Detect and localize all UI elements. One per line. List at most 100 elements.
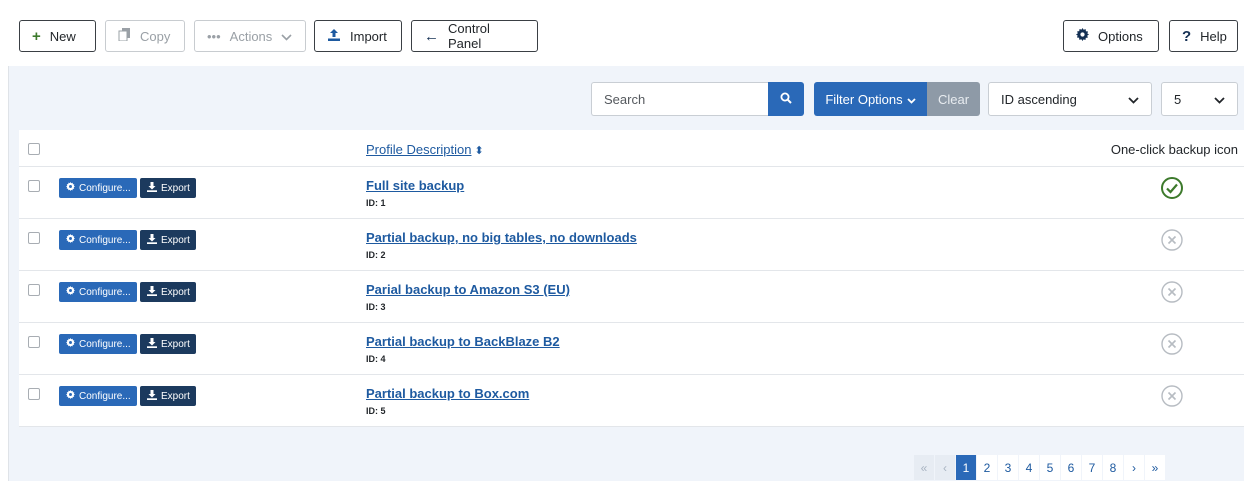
ordering-select[interactable]: ID ascending (988, 82, 1152, 116)
sort-description-link[interactable]: Profile Description ⬍ (366, 142, 484, 157)
configure-button-label: Configure... (79, 182, 131, 194)
options-button[interactable]: Options (1063, 20, 1159, 52)
export-button[interactable]: Export (140, 386, 196, 406)
new-button[interactable]: + New (19, 20, 96, 52)
question-icon: ? (1182, 27, 1192, 45)
options-button-label: Options (1098, 28, 1143, 44)
export-button-label: Export (161, 182, 190, 194)
page-button[interactable]: 1 (956, 455, 976, 480)
page-button[interactable]: 4 (1019, 455, 1039, 480)
configure-button[interactable]: Configure... (59, 386, 137, 406)
page-button[interactable]: 8 (1103, 455, 1123, 480)
export-button[interactable]: Export (140, 178, 196, 198)
pagination: «‹ 1 2 3 4 5 6 7 8 ›» (914, 455, 1166, 480)
gear-icon (66, 234, 75, 246)
control-panel-label: Control Panel (448, 21, 490, 51)
download-icon (147, 233, 157, 247)
x-circle-icon[interactable] (1160, 384, 1184, 408)
next-page-button[interactable]: › (1124, 455, 1144, 480)
help-button-label: Help (1200, 28, 1227, 44)
download-icon (147, 389, 157, 403)
export-button-label: Export (161, 286, 190, 298)
search-icon (780, 92, 792, 107)
column-header-icon: One-click backup icon (1110, 142, 1238, 157)
download-icon (147, 181, 157, 195)
x-circle-icon[interactable] (1160, 228, 1184, 252)
first-page-button[interactable]: « (914, 455, 934, 480)
page-button[interactable]: 3 (998, 455, 1018, 480)
gear-icon (1076, 28, 1089, 44)
profile-title-link[interactable]: Partial backup to BackBlaze B2 (366, 334, 560, 349)
filter-options-button[interactable]: Filter Options (814, 82, 927, 116)
profile-title-link[interactable]: Partial backup to Box.com (366, 386, 529, 401)
profiles-table: Profile Description ⬍ One-click backup ic… (19, 130, 1244, 427)
configure-button[interactable]: Configure... (59, 282, 137, 302)
page-button[interactable]: 5 (1040, 455, 1060, 480)
page-button[interactable]: 7 (1082, 455, 1102, 480)
limit-select[interactable]: 5 (1161, 82, 1238, 116)
table-row: Configure... Export Parial backup to Amazo… (19, 271, 1244, 323)
table-header: Profile Description ⬍ One-click backup ic… (19, 130, 1244, 167)
profile-title-link[interactable]: Full site backup (366, 178, 464, 193)
table-row: Configure... Export Partial backup to Box.… (19, 375, 1244, 427)
configure-button[interactable]: Configure... (59, 334, 137, 354)
profile-title-link[interactable]: Partial backup, no big tables, no downlo… (366, 230, 637, 245)
row-checkbox[interactable] (28, 388, 40, 400)
last-page-button[interactable]: » (1145, 455, 1165, 480)
previous-page-button[interactable]: ‹ (935, 455, 955, 480)
profile-id: ID: 4 (366, 354, 386, 364)
export-button[interactable]: Export (140, 282, 196, 302)
sort-icon: ⬍ (474, 145, 484, 157)
export-button-label: Export (161, 390, 190, 402)
export-button[interactable]: Export (140, 230, 196, 250)
column-header-description: Profile Description (366, 142, 472, 157)
gear-icon (66, 286, 75, 298)
limit-value: 5 (1174, 91, 1182, 107)
table-body: Configure... Export Full site backup ID: 1C… (19, 167, 1244, 427)
table-row: Configure... Export Partial backup, no big… (19, 219, 1244, 271)
export-button-label: Export (161, 234, 190, 246)
chevron-down-icon (281, 29, 292, 44)
profile-id: ID: 3 (366, 302, 386, 312)
chevron-down-icon (907, 92, 916, 107)
help-button[interactable]: ? Help (1169, 20, 1238, 52)
download-icon (147, 337, 157, 351)
configure-button-label: Configure... (79, 286, 131, 298)
configure-button-label: Configure... (79, 338, 131, 350)
configure-button[interactable]: Configure... (59, 178, 137, 198)
configure-button[interactable]: Configure... (59, 230, 137, 250)
download-icon (147, 285, 157, 299)
row-checkbox[interactable] (28, 336, 40, 348)
copy-button[interactable]: Copy (105, 20, 185, 52)
row-checkbox[interactable] (28, 284, 40, 296)
import-button-label: Import (350, 28, 387, 44)
row-checkbox[interactable] (28, 232, 40, 244)
profile-title-link[interactable]: Parial backup to Amazon S3 (EU) (366, 282, 570, 297)
row-checkbox[interactable] (28, 180, 40, 192)
search-input[interactable] (591, 82, 769, 116)
control-panel-button[interactable]: ← Control Panel (411, 20, 538, 52)
x-circle-icon[interactable] (1160, 332, 1184, 356)
page-button[interactable]: 2 (977, 455, 997, 480)
profile-id: ID: 5 (366, 406, 386, 416)
toolbar: + New Copy ••• Actions Import ← Control … (0, 0, 1244, 66)
gear-icon (66, 338, 75, 350)
configure-button-label: Configure... (79, 234, 131, 246)
import-button[interactable]: Import (314, 20, 402, 52)
check-circle-icon[interactable] (1160, 176, 1184, 200)
gear-icon (66, 390, 75, 402)
plus-icon: + (32, 27, 41, 45)
new-button-label: New (49, 28, 76, 44)
select-all-checkbox[interactable] (28, 143, 40, 155)
page-button[interactable]: 6 (1061, 455, 1081, 480)
x-circle-icon[interactable] (1160, 280, 1184, 304)
export-button[interactable]: Export (140, 334, 196, 354)
clear-button-label: Clear (937, 91, 970, 107)
profile-id: ID: 1 (366, 198, 386, 208)
actions-dropdown[interactable]: ••• Actions (194, 20, 306, 52)
table-row: Configure... Export Full site backup ID: 1 (19, 167, 1244, 219)
table-row: Configure... Export Partial backup to Back… (19, 323, 1244, 375)
search-button[interactable] (768, 82, 804, 116)
copy-button-label: Copy (140, 28, 171, 44)
clear-button[interactable]: Clear (927, 82, 980, 116)
